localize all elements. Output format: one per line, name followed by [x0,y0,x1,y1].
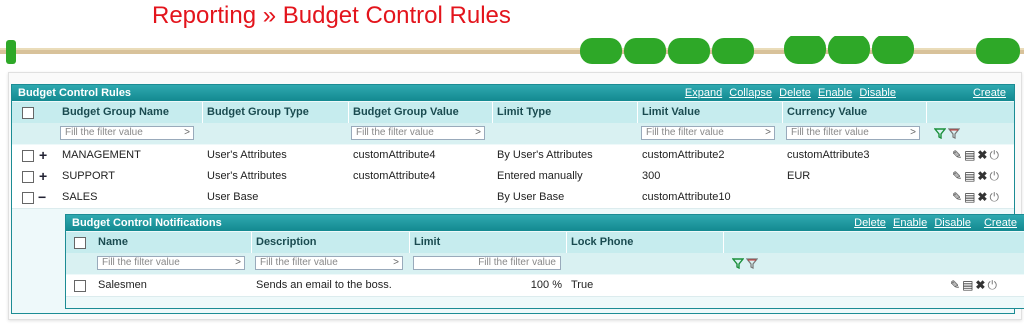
sub-row-actions: ✎ ▤ ✖ ⏻ [950,275,999,296]
sub-disable-link[interactable]: Disable [934,217,971,229]
row-checkbox[interactable] [22,150,34,162]
cell-currency: customAttribute3 [783,145,927,166]
sub-clear-filter-icon[interactable] [746,258,758,269]
filter-row: Fill the filter value > Fill the filter v… [12,123,1014,144]
sub-enable-link[interactable]: Enable [893,217,927,229]
row-checkbox[interactable] [22,171,34,183]
enable-link[interactable]: Enable [818,87,852,99]
select-all-checkbox[interactable] [22,107,34,119]
filter-value-input[interactable]: Fill the filter value > [351,126,485,140]
cell-value: customAttribute4 [349,166,493,187]
cell-limit-type: Entered manually [493,166,638,187]
row-checkbox[interactable] [22,192,34,204]
delete-x-icon[interactable]: ✖ [977,148,987,162]
copy-icon[interactable]: ▤ [964,190,975,204]
collapse-link[interactable]: Collapse [729,87,772,99]
sub-filter-limit-input[interactable]: Fill the filter value [413,256,561,270]
table-row[interactable]: + MANAGEMENT User's Attributes customAtt… [12,145,1014,167]
sub-filter-description-input[interactable]: Fill the filter value > [255,256,403,270]
sub-col-name[interactable]: Name [94,232,252,253]
sub-filter-name-input[interactable]: Fill the filter value > [97,256,245,270]
sub-cell-limit: 100 % [410,275,567,296]
sub-create-link[interactable]: Create [984,215,1017,231]
pencil-icon[interactable]: ✎ [952,169,962,183]
pencil-icon[interactable]: ✎ [950,278,960,292]
page-title: Reporting » Budget Control Rules [152,2,511,29]
col-header-currency[interactable]: Currency Value [783,102,927,123]
sub-cell-description: Sends an email to the boss. [252,275,410,296]
abacus-decoration [0,36,1024,64]
sub-table-row[interactable]: Salesmen Sends an email to the boss. 100… [66,275,1024,297]
copy-icon[interactable]: ▤ [964,169,975,183]
sub-delete-link[interactable]: Delete [854,217,886,229]
disable-link[interactable]: Disable [859,87,896,99]
notifications-subgrid: Budget Control Notifications Delete Enab… [65,214,1024,309]
subgrid-titlebar: Budget Control Notifications Delete Enab… [66,215,1024,231]
sub-col-lock-phone[interactable]: Lock Phone [567,232,724,253]
header-row: Budget Group Name Budget Group Type Budg… [12,102,1014,123]
pencil-icon[interactable]: ✎ [952,148,962,162]
cell-type: User's Attributes [203,166,349,187]
expand-link[interactable]: Expand [685,87,722,99]
power-icon[interactable]: ⏻ [989,190,999,204]
cell-value: customAttribute4 [349,145,493,166]
sub-cell-name: Salesmen [94,275,252,296]
col-header-limit-value[interactable]: Limit Value [638,102,783,123]
row-actions: ✎ ▤ ✖ ⏻ [952,145,1001,166]
sub-col-description[interactable]: Description [252,232,410,253]
cell-name: MANAGEMENT [58,145,203,166]
clear-filter-icon[interactable] [948,128,960,139]
power-icon[interactable]: ⏻ [989,169,999,183]
cell-type: User's Attributes [203,145,349,166]
sub-cell-lock-phone: True [567,275,724,296]
expand-row-icon[interactable]: + [39,166,47,187]
sub-filter-icon[interactable] [732,258,744,269]
cell-limit-type: By User Base [493,187,638,208]
sub-row-checkbox[interactable] [74,280,86,292]
delete-x-icon[interactable]: ✖ [975,278,985,292]
table-row[interactable]: + SUPPORT User's Attributes customAttrib… [12,166,1014,188]
delete-x-icon[interactable]: ✖ [977,190,987,204]
table-row[interactable]: − SALES User Base By User Base customAtt… [12,187,1014,209]
col-header-type[interactable]: Budget Group Type [203,102,349,123]
pencil-icon[interactable]: ✎ [952,190,962,204]
cell-limit-value: customAttribute10 [638,187,783,208]
sub-filter-row: Fill the filter value > Fill the filter v… [66,253,1024,274]
cell-name: SUPPORT [58,166,203,187]
grid-titlebar: Budget Control Rules Expand Collapse Del… [12,85,1014,101]
delete-link[interactable]: Delete [779,87,811,99]
power-icon[interactable]: ⏻ [987,278,997,292]
row-actions: ✎ ▤ ✖ ⏻ [952,166,1001,187]
cell-limit-type: By User's Attributes [493,145,638,166]
cell-currency: EUR [783,166,927,187]
filter-currency-input[interactable]: Fill the filter value > [786,126,920,140]
sub-col-limit[interactable]: Limit [410,232,567,253]
subgrid-title: Budget Control Notifications [72,217,222,229]
copy-icon[interactable]: ▤ [964,148,975,162]
sub-select-all-checkbox[interactable] [74,237,86,249]
sub-header-row: Name Description Limit Lock Phone [66,232,1024,253]
filter-icon[interactable] [934,128,946,139]
create-link[interactable]: Create [973,85,1006,101]
power-icon[interactable]: ⏻ [989,148,999,162]
cell-currency [783,187,927,208]
cell-value [349,187,493,208]
filter-name-input[interactable]: Fill the filter value > [60,126,194,140]
copy-icon[interactable]: ▤ [962,278,973,292]
delete-x-icon[interactable]: ✖ [977,169,987,183]
col-header-limit-type[interactable]: Limit Type [493,102,638,123]
collapse-row-icon[interactable]: − [38,187,46,208]
row-actions: ✎ ▤ ✖ ⏻ [952,187,1001,208]
budget-rules-grid: Budget Control Rules Expand Collapse Del… [11,84,1024,314]
expand-row-icon[interactable]: + [39,145,47,166]
col-header-name[interactable]: Budget Group Name [58,102,203,123]
cell-name: SALES [58,187,203,208]
filter-limit-value-input[interactable]: Fill the filter value > [641,126,775,140]
cell-type: User Base [203,187,349,208]
cell-limit-value: customAttribute2 [638,145,783,166]
grid-title: Budget Control Rules [18,87,132,99]
cell-limit-value: 300 [638,166,783,187]
col-header-value[interactable]: Budget Group Value [349,102,493,123]
